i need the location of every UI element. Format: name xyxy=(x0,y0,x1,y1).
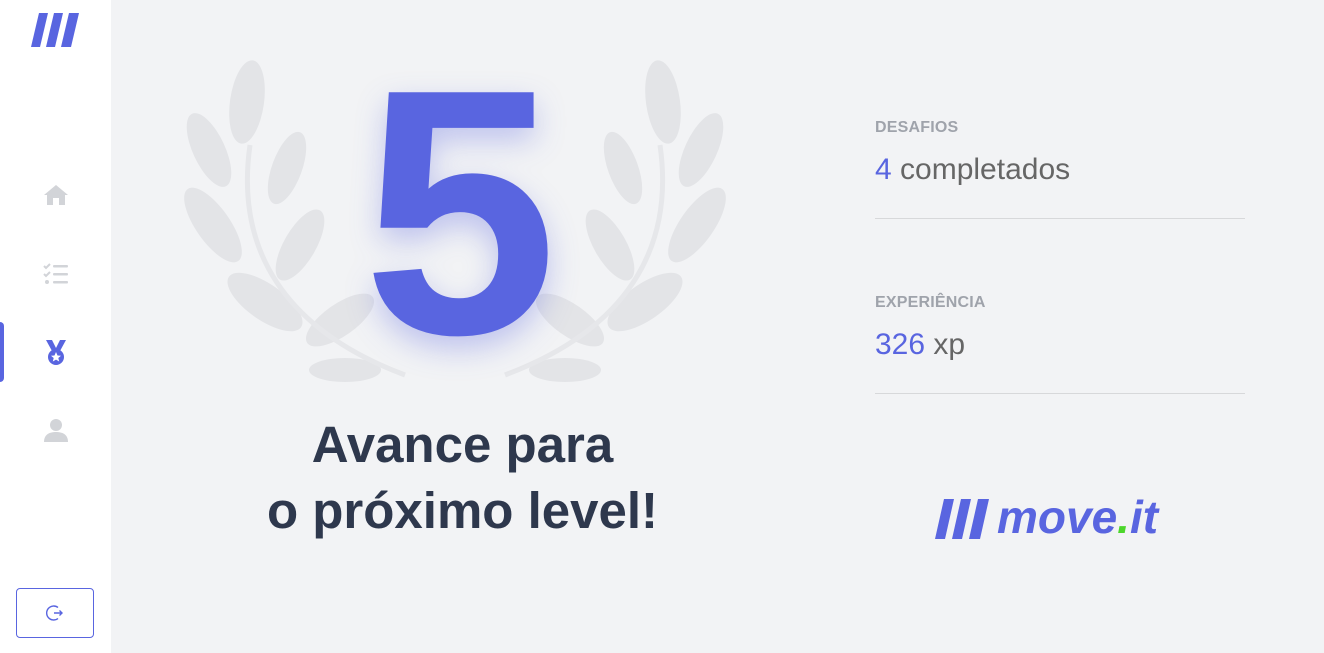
brand-wordmark: move.it xyxy=(935,491,1185,544)
sidebar xyxy=(0,0,111,653)
brand-bars-icon xyxy=(935,499,989,539)
level-up-headline: Avance para o próximo level! xyxy=(230,412,695,544)
challenges-unit: completados xyxy=(900,153,1071,186)
home-icon xyxy=(43,185,68,205)
stat-experience-value: 326 xp xyxy=(875,328,965,362)
headline-line-1: Avance para xyxy=(311,416,614,473)
medal-icon xyxy=(45,340,66,365)
brand-name-part1: move xyxy=(997,491,1118,543)
checklist-icon xyxy=(42,263,68,284)
stat-experience-label: EXPERIÊNCIA xyxy=(875,294,986,311)
nav-item-leaderboard[interactable] xyxy=(0,322,111,382)
stat-challenges-value: 4 completados xyxy=(875,153,1070,187)
logout-button[interactable] xyxy=(16,588,94,638)
stat-challenges-label: DESAFIOS xyxy=(875,119,959,136)
brand-name-part2: it xyxy=(1129,491,1159,543)
headline-line-2: o próximo level! xyxy=(266,482,659,539)
logout-icon xyxy=(46,605,63,621)
stat-challenges: DESAFIOS 4 completados xyxy=(875,119,1245,219)
level-number: 5 xyxy=(362,17,558,408)
brand-dot: . xyxy=(1117,491,1130,543)
brand-logo-icon[interactable] xyxy=(31,13,79,47)
experience-count: 326 xyxy=(875,328,926,361)
brand-name: move.it xyxy=(997,490,1158,544)
challenges-count: 4 xyxy=(875,153,892,186)
user-icon xyxy=(43,419,68,442)
stat-experience: EXPERIÊNCIA 326 xp xyxy=(875,294,1245,394)
nav-item-profile[interactable] xyxy=(0,400,111,460)
nav-item-challenges[interactable] xyxy=(0,244,111,304)
nav-item-home[interactable] xyxy=(0,165,111,225)
experience-unit: xp xyxy=(933,328,966,361)
